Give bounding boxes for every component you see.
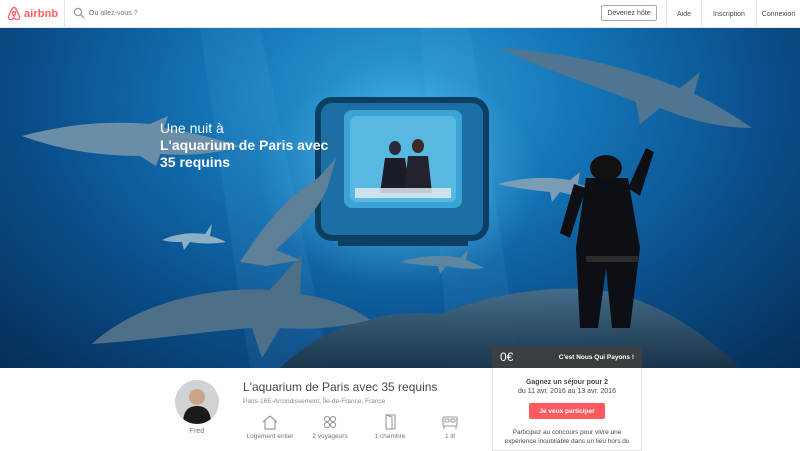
header-divider [64, 0, 65, 28]
logo-wordmark: airbnb [24, 7, 59, 20]
participate-button[interactable]: Je veux participer [529, 403, 605, 419]
host-profile[interactable]: Fred [175, 380, 219, 435]
guests-icon [323, 415, 337, 429]
booking-dates: du 11 avr. 2016 au 13 avr. 2016 [518, 388, 616, 395]
amenity-label: Logement entier [246, 433, 294, 440]
amenity-bedrooms: 1 chambre [358, 414, 422, 440]
host-photo [175, 380, 219, 424]
amenity-guests: 2 voyageurs [298, 414, 362, 440]
amenity-home-type: Logement entier [238, 414, 302, 440]
become-host-button[interactable]: Devenez hôte [601, 5, 657, 21]
booking-title: Gagnez un séjour pour 2 [525, 379, 609, 386]
house-icon [262, 415, 278, 430]
amenity-beds: 1 lit [418, 414, 482, 440]
amenity-label: 1 chambre [374, 433, 406, 440]
nav-login[interactable]: Connexion [756, 0, 800, 28]
amenity-label: 2 voyageurs [312, 433, 348, 440]
host-name: Fred [189, 428, 205, 435]
price-bar: 0€ C'est Nous Qui Payons ! [492, 346, 642, 368]
price-note: C'est Nous Qui Payons ! [558, 353, 634, 361]
search-icon [73, 7, 85, 19]
hero-title: Une nuit à L'aquarium de Paris avec 35 r… [160, 120, 380, 171]
booking-panel: Gagnez un séjour pour 2 du 11 avr. 2016 … [492, 368, 642, 451]
hero-title-line-1: Une nuit à [160, 120, 224, 136]
price: 0€ [500, 350, 514, 364]
airbnb-logo[interactable]: airbnb [7, 6, 58, 21]
airbnb-belo-icon [7, 6, 21, 21]
aquarium-scene [22, 28, 752, 368]
hero-image: Une nuit à L'aquarium de Paris avec 35 r… [0, 28, 800, 368]
booking-description: Participez au concours pour vivre une ex… [504, 429, 630, 445]
nav-help[interactable]: Aide [666, 0, 701, 28]
hero-title-line-2: L'aquarium de Paris avec [160, 137, 329, 153]
amenity-label: 1 lit [444, 433, 456, 440]
search-input[interactable] [89, 6, 229, 20]
host-avatar[interactable] [175, 380, 219, 424]
nav-signup[interactable]: Inscription [701, 0, 756, 28]
listing-title: L'aquarium de Paris avec 35 requins [243, 380, 438, 394]
top-nav-bar: airbnb Devenez hôte Aide Inscription Con… [0, 0, 800, 28]
search-bar[interactable] [73, 6, 229, 20]
bed-icon [442, 416, 458, 429]
listing-location: Paris-16E-Arrondissement, Île-de-France,… [243, 398, 386, 405]
door-icon [385, 414, 396, 430]
hero-title-line-3: 35 requins [160, 154, 231, 170]
